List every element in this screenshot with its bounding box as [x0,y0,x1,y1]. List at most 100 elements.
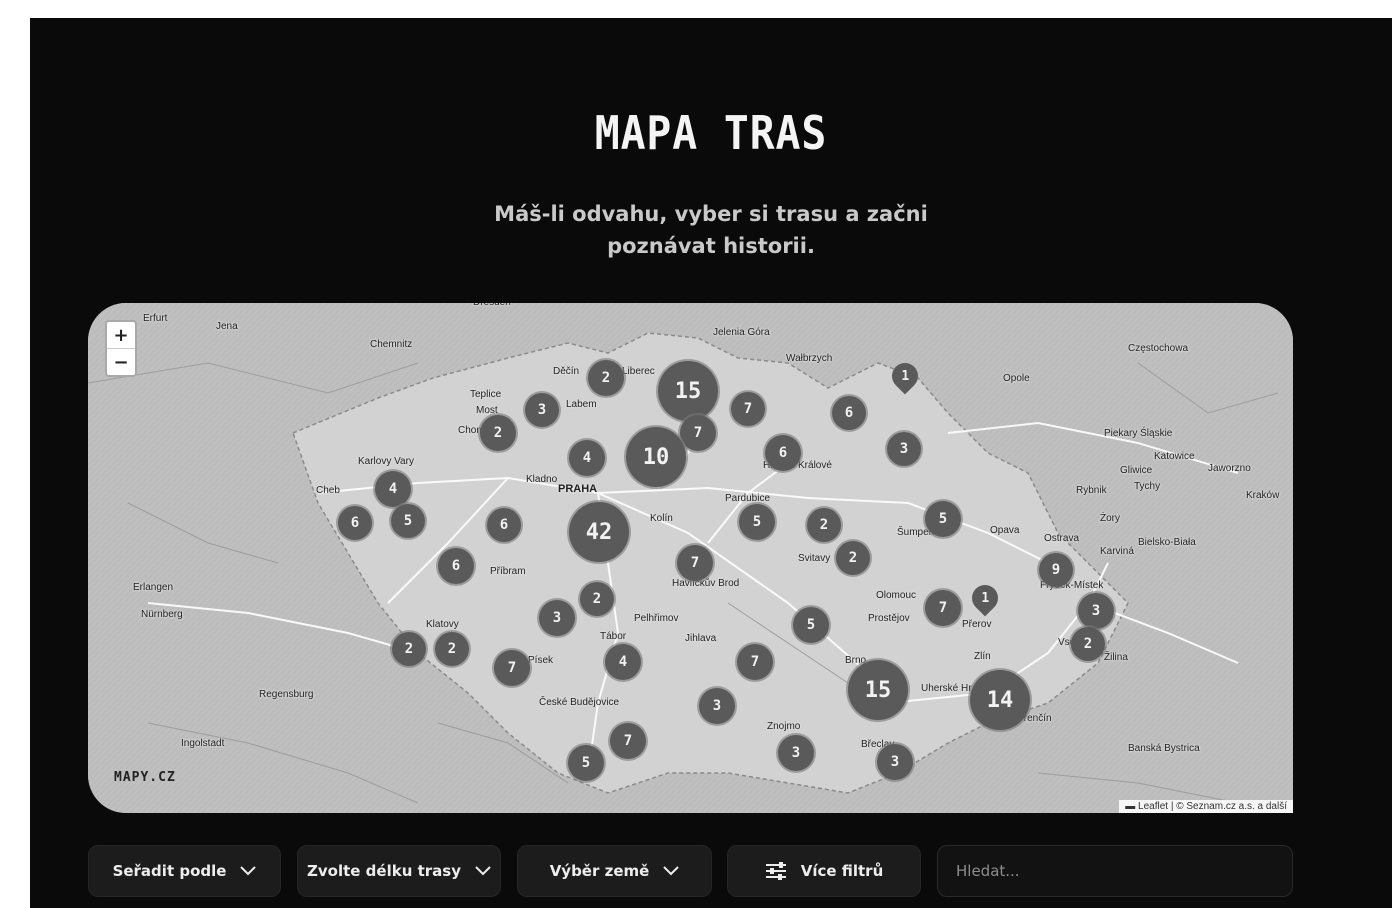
country-label: Výběr země [549,862,650,880]
map-place-label: Jelenia Góra [713,327,770,338]
map-place-label: Znojmo [767,721,801,732]
map-place-label: Svitavy [798,553,831,564]
country-dropdown[interactable]: Výběr země [517,845,712,897]
map-place-label: Piekary Śląskie [1104,428,1173,439]
route-cluster-marker[interactable]: 9 [1039,553,1073,587]
route-cluster-marker[interactable]: 2 [807,508,841,542]
sort-label: Seřadit podle [112,862,227,880]
route-cluster-marker[interactable]: 6 [438,548,474,584]
route-cluster-marker[interactable]: 5 [391,504,425,538]
map-place-label: Erlangen [133,582,174,593]
route-cluster-marker[interactable]: 3 [778,735,814,771]
map-place-label: Příbram [490,566,526,577]
pin-count: 1 [981,590,989,606]
route-cluster-marker[interactable]: 5 [793,607,829,643]
map-attribution[interactable]: ▬ Leaflet | © Seznam.cz a.s. a další [1119,800,1293,813]
map-place-label: Pardubice [725,493,771,504]
route-cluster-marker[interactable]: 2 [480,415,516,451]
route-cluster-marker[interactable]: 7 [610,723,646,759]
sliders-icon [765,862,786,880]
route-cluster-marker[interactable]: 42 [569,502,629,562]
map-place-label: Chemnitz [370,339,413,350]
map-place-label: Opava [990,525,1020,536]
route-cluster-marker[interactable]: 2 [836,541,870,575]
route-cluster-marker[interactable]: 7 [737,644,773,680]
route-cluster-marker[interactable]: 7 [925,590,961,626]
route-cluster-marker[interactable]: 4 [375,471,411,507]
route-cluster-marker[interactable]: 2 [435,632,469,666]
route-cluster-marker[interactable]: 3 [887,432,921,466]
route-cluster-marker[interactable]: 6 [487,508,521,542]
route-cluster-marker[interactable]: 4 [605,644,641,680]
route-cluster-marker[interactable]: 7 [494,650,530,686]
route-cluster-marker[interactable]: 7 [680,415,716,451]
map-place-label: Kladno [526,474,558,485]
map-place-label: Banská Bystrica [1128,743,1200,754]
pin-count: 1 [901,368,909,384]
route-cluster-marker[interactable]: 5 [739,504,775,540]
map-place-label: Teplice [470,389,502,400]
route-cluster-marker[interactable]: 3 [1078,593,1114,629]
route-cluster-marker[interactable]: 6 [338,506,372,540]
map-place-label: Dresden [473,303,511,308]
map-place-label: Żory [1100,513,1120,524]
map-place-label: Regensburg [259,689,314,700]
map-place-label: Přerov [962,619,992,630]
route-cluster-marker[interactable]: 15 [848,660,908,720]
route-map[interactable]: Erfurt Jena Chemnitz Dresden Jelenia Góra Wał… [88,303,1293,813]
subtitle-line-2: poznávat historii. [607,234,815,258]
route-cluster-marker[interactable]: 2 [580,582,614,616]
map-place-label: Rybnik [1076,485,1107,496]
page-subtitle: Máš-li odvahu, vyber si trasu a začni po… [30,198,1392,262]
chevron-down-icon [663,866,680,876]
search-input[interactable] [937,845,1293,897]
map-place-label: Bielsko-Biała [1138,537,1196,548]
zoom-in-button[interactable]: + [107,322,135,348]
chevron-down-icon [240,866,257,876]
route-cluster-marker[interactable]: 14 [970,670,1030,730]
map-place-label: Wałbrzych [786,353,833,364]
route-cluster-marker[interactable]: 3 [525,393,559,427]
route-cluster-marker[interactable]: 15 [658,361,718,421]
map-place-label: Liberec [622,366,655,377]
route-cluster-marker[interactable]: 3 [699,688,735,724]
map-place-label: České Budějovice [539,697,620,708]
route-cluster-marker[interactable]: 2 [392,632,426,666]
map-place-label: Cheb [316,485,340,496]
route-cluster-marker[interactable]: 7 [731,392,765,426]
map-place-label: Zlín [974,651,991,662]
route-cluster-marker[interactable]: 6 [765,435,801,471]
map-place-label: Ostrava [1044,533,1080,544]
filter-bar: Seřadit podle Zvolte délku trasy Výběr z… [88,845,1293,897]
map-place-label: Žilina [1104,652,1128,663]
map-place-label: Katowice [1154,451,1195,462]
more-filters-button[interactable]: Více filtrů [727,845,921,897]
route-cluster-marker[interactable]: 3 [877,744,913,780]
route-cluster-marker[interactable]: 3 [539,600,575,636]
length-label: Zvolte délku trasy [307,862,461,880]
map-place-label: Gliwice [1120,465,1153,476]
map-place-label: Olomouc [876,590,917,601]
map-place-label: PRAHA [558,483,598,495]
route-cluster-marker[interactable]: 6 [832,396,866,430]
chevron-down-icon [475,866,491,876]
length-dropdown[interactable]: Zvolte délku trasy [297,845,501,897]
route-cluster-marker[interactable]: 5 [925,501,961,537]
map-place-label: Częstochowa [1128,343,1189,354]
route-cluster-marker[interactable]: 2 [1071,627,1105,661]
map-place-label: Opole [1003,373,1030,384]
route-cluster-marker[interactable]: 2 [588,360,624,396]
map-place-label: Ingolstadt [181,738,225,749]
map-place-label: Pelhřimov [634,613,679,624]
map-place-label: Havlíčkův Brod [672,578,740,589]
sort-dropdown[interactable]: Seřadit podle [88,845,281,897]
route-cluster-marker[interactable]: 10 [626,427,686,487]
zoom-out-button[interactable]: − [107,348,135,375]
map-place-label: Tychy [1134,481,1161,492]
map-place-label: Tábor [600,631,627,642]
map-place-label: Jaworzno [1208,463,1251,474]
route-cluster-marker[interactable]: 4 [569,440,605,476]
map-place-label: Nürnberg [141,609,183,620]
route-cluster-marker[interactable]: 5 [568,745,604,781]
route-cluster-marker[interactable]: 7 [677,545,713,581]
